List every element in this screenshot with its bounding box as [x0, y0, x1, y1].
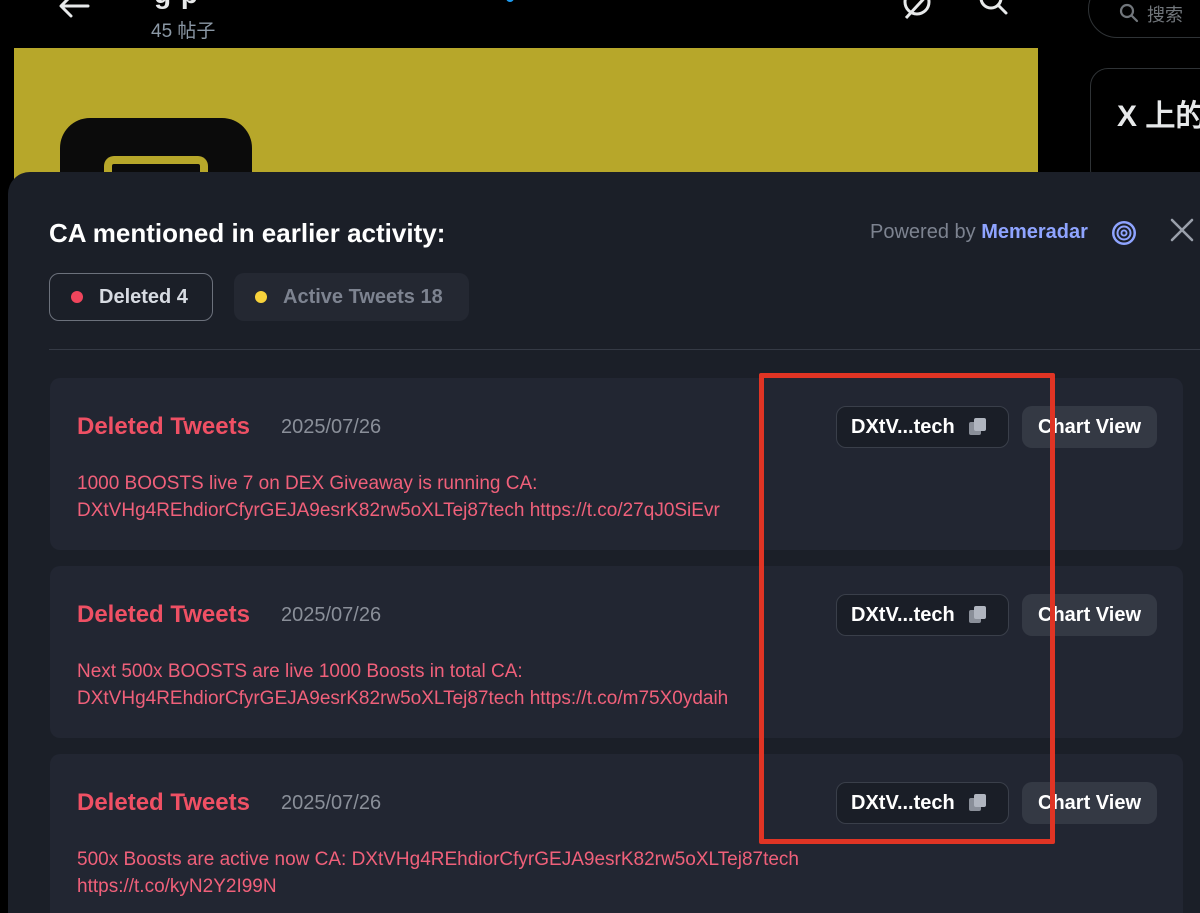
sidebar-card-title: X 上的	[1117, 100, 1200, 133]
search-icon	[1119, 3, 1139, 23]
profile-header: g p 45 帖子	[14, 0, 1038, 48]
tweet-text-line[interactable]: https://t.co/kyN2Y2I99N	[77, 873, 977, 900]
modal-title: CA mentioned in earlier activity:	[49, 218, 446, 248]
sidebar-search-input[interactable]: 搜索	[1088, 0, 1200, 38]
card-date: 2025/07/26	[281, 604, 382, 626]
back-arrow-icon[interactable]	[58, 0, 90, 18]
highlight-annotation	[759, 373, 1055, 844]
filter-tab-label: Active Tweets 18	[283, 285, 443, 308]
filter-tab-label: Deleted 4	[99, 285, 188, 308]
filter-tab-deleted[interactable]: Deleted 4	[49, 273, 213, 321]
yellow-dot-icon	[255, 291, 267, 303]
divider	[49, 349, 1200, 350]
verified-badge-icon	[506, 0, 514, 2]
search-placeholder: 搜索	[1147, 5, 1183, 25]
card-date: 2025/07/26	[281, 416, 382, 438]
card-status-label: Deleted Tweets	[77, 601, 250, 628]
card-date: 2025/07/26	[281, 792, 382, 814]
memeradar-icon	[1112, 221, 1136, 245]
powered-by: Powered by Memeradar	[870, 221, 1088, 244]
sidebar-card: X 上的	[1090, 68, 1200, 188]
card-status-label: Deleted Tweets	[77, 413, 250, 440]
posts-count: 45 帖子	[151, 21, 216, 42]
powered-by-prefix: Powered by	[870, 221, 976, 243]
profile-name-cut: g p	[154, 0, 199, 10]
profile-banner: PHODDOCE	[14, 48, 1038, 188]
filter-tab-active[interactable]: Active Tweets 18	[234, 273, 469, 321]
close-icon[interactable]	[1168, 216, 1196, 244]
search-icon[interactable]	[976, 0, 1010, 18]
powered-by-brand[interactable]: Memeradar	[981, 221, 1088, 243]
grok-icon[interactable]	[900, 0, 934, 20]
tweet-text: 500x Boosts are active now CA: DXtVHg4RE…	[77, 846, 977, 900]
red-dot-icon	[71, 291, 83, 303]
card-status-label: Deleted Tweets	[77, 789, 250, 816]
tweet-text-line: 500x Boosts are active now CA: DXtVHg4RE…	[77, 849, 799, 870]
